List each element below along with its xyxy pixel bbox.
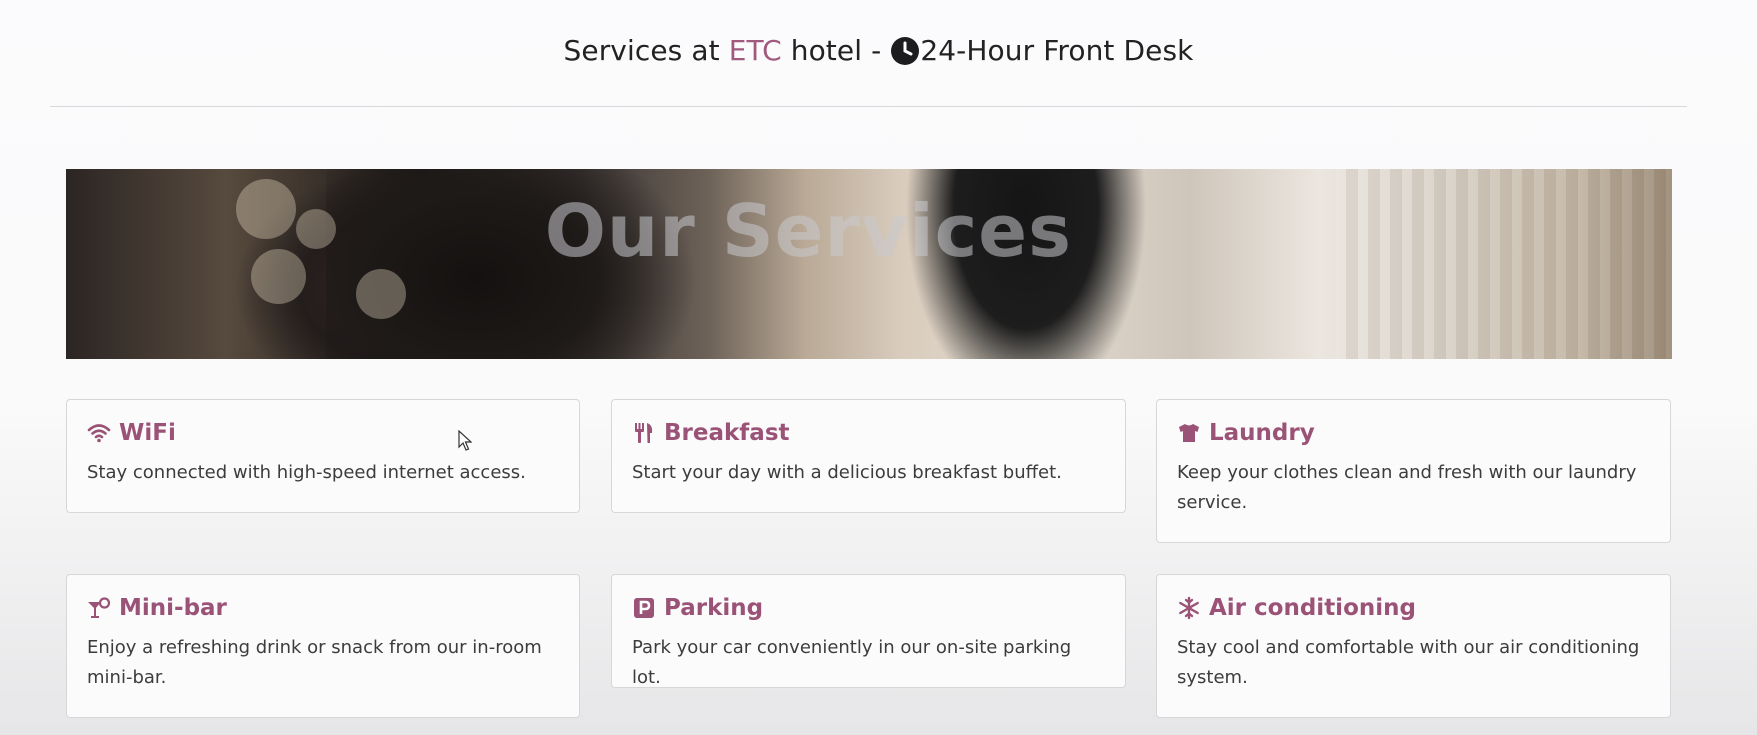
service-title: Mini-bar (119, 595, 227, 621)
service-title: Parking (664, 595, 764, 621)
cocktail-icon (87, 596, 111, 620)
service-card-air-conditioning: Air conditioning Stay cool and comfortab… (1156, 574, 1671, 718)
title-middle: hotel - (781, 34, 891, 67)
wifi-icon (87, 421, 111, 445)
service-card-parking: Parking Park your car conveniently in ou… (611, 574, 1126, 688)
service-description: Start your day with a delicious breakfas… (632, 462, 1062, 483)
clock-icon (890, 36, 920, 66)
service-description: Stay connected with high-speed internet … (87, 462, 526, 483)
service-title: WiFi (119, 420, 176, 446)
banner-title: Our Services (544, 189, 1072, 273)
service-description: Park your car conveniently in our on-sit… (632, 637, 1072, 688)
service-card-wifi: WiFi Stay connected with high-speed inte… (66, 399, 580, 513)
front-desk-label: 24-Hour Front Desk (920, 34, 1194, 67)
service-description: Keep your clothes clean and fresh with o… (1177, 462, 1637, 513)
page-title: Services at ETC hotel - 24-Hour Front De… (0, 34, 1757, 67)
services-banner: Our Services (66, 169, 1672, 359)
hotel-brand: ETC (728, 34, 782, 67)
service-title: Breakfast (664, 420, 790, 446)
utensils-icon (632, 421, 656, 445)
service-card-mini-bar: Mini-bar Enjoy a refreshing drink or sna… (66, 574, 580, 718)
header-divider (50, 106, 1687, 107)
mouse-cursor-icon (458, 429, 473, 452)
service-description: Enjoy a refreshing drink or snack from o… (87, 637, 542, 688)
parking-icon (632, 596, 656, 620)
shirt-icon (1177, 421, 1201, 445)
title-prefix: Services at (563, 34, 729, 67)
service-card-laundry: Laundry Keep your clothes clean and fres… (1156, 399, 1671, 543)
snowflake-icon (1177, 596, 1201, 620)
service-title: Air conditioning (1209, 595, 1416, 621)
service-description: Stay cool and comfortable with our air c… (1177, 637, 1640, 688)
service-title: Laundry (1209, 420, 1315, 446)
service-card-breakfast: Breakfast Start your day with a deliciou… (611, 399, 1126, 513)
